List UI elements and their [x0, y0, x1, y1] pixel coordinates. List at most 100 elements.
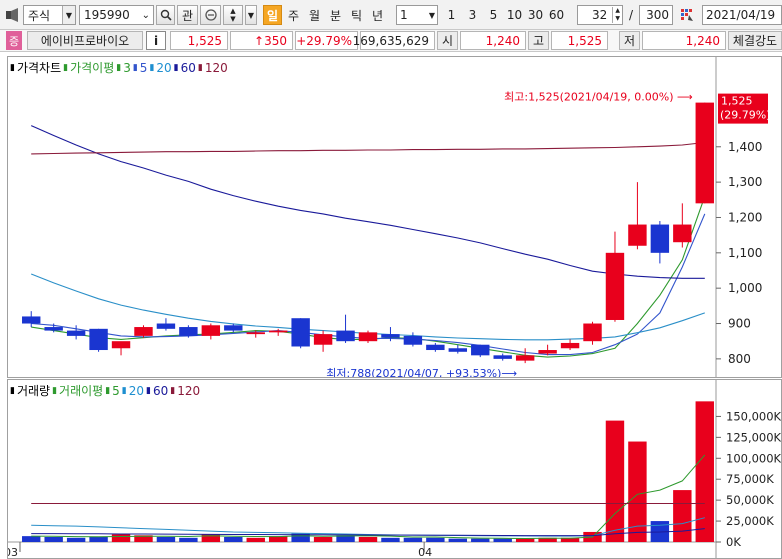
price-axis-label: 1,100 [728, 246, 762, 260]
market-select-label: 주식 [28, 8, 51, 23]
candle [583, 321, 602, 345]
candle-body [493, 355, 512, 359]
candle-body [44, 327, 63, 331]
price-axis-label: 1,300 [728, 175, 762, 189]
period-year-button[interactable]: 년 [368, 5, 387, 25]
price-change-percent: +29.79% [295, 31, 358, 50]
candle [134, 325, 153, 338]
last-price-tag-price: 1,525 [721, 95, 753, 108]
interval-30-button[interactable]: 30 [526, 5, 545, 25]
updown-spinner[interactable]: ▲ ▼ [223, 5, 243, 25]
candle [336, 314, 355, 343]
candle-body [583, 323, 602, 342]
open-label: 시 [437, 31, 458, 50]
candle [403, 332, 423, 347]
volume-chart-panel[interactable]: ▮ 거래량 ▮ 거래이평 ▮ 5 ▮ 20 ▮ 60 ▮ 120 0K 25,000K 50,000K 75… [7, 379, 782, 559]
interval-value: 1 [400, 8, 408, 22]
candle [201, 323, 221, 340]
price-chart-panel[interactable]: ▮ 가격차트 ▮ 가격이평 ▮ 3 ▮ 5 ▮ 20 ▮ 60 ▮ 120 800 900 1,000 1,10… [7, 56, 782, 378]
search-button[interactable] [156, 5, 175, 25]
menu-icon[interactable] [4, 5, 22, 25]
total-count-input[interactable]: 300 [639, 5, 673, 25]
volume-bar [448, 538, 468, 542]
volume-bar [515, 538, 535, 542]
candle [291, 318, 310, 349]
interval-1-button[interactable]: 1 [442, 5, 461, 25]
candle [673, 203, 692, 248]
candle-body [381, 334, 400, 338]
candle-body [291, 318, 310, 347]
period-tick-button[interactable]: 틱 [347, 5, 366, 25]
candle-body [426, 344, 445, 351]
volume-bar [22, 536, 41, 542]
volume-bar [358, 536, 378, 542]
candle-body [403, 335, 423, 345]
display-count-input[interactable]: 32 ▲ ▼ [577, 5, 623, 25]
volume-bar [179, 537, 198, 542]
candle [605, 231, 625, 322]
period-day-button[interactable]: 일 [263, 5, 282, 25]
candle-body [134, 327, 153, 336]
market-select[interactable]: 주식 ▼ [23, 5, 76, 25]
candle [22, 311, 41, 328]
candle-body [201, 325, 221, 336]
candle-body [695, 102, 714, 204]
candle [628, 182, 647, 250]
candle [179, 325, 198, 338]
chevron-down-icon[interactable]: ▼ [62, 6, 75, 24]
candle-body [336, 330, 355, 342]
chart-toolbar: 주식 ▼ 195990 ⌄ 관 ▲ ▼ ▼ 일 주 월 분 틱 년 1 ▼ 1 3… [0, 0, 782, 30]
min-annotation: 최저:788(2021/04/07, +93.53%)⟶ [326, 367, 517, 377]
interval-10-button[interactable]: 10 [505, 5, 524, 25]
volume-bar [111, 534, 131, 542]
volume-axis-label: 0K [726, 535, 741, 549]
volume-bar [493, 538, 512, 542]
info-button[interactable]: i [146, 31, 166, 50]
last-price-tag-pct: (29.79%) [720, 109, 771, 122]
count-spinner[interactable]: ▲ ▼ [612, 7, 622, 23]
volume-ma20-line [31, 517, 705, 537]
candle [560, 339, 580, 351]
interval-5-button[interactable]: 5 [484, 5, 503, 25]
favorite-button[interactable]: 관 [177, 5, 198, 25]
candle-body [448, 348, 468, 352]
date-picker[interactable]: 2021/04/19 [702, 5, 782, 25]
candle-body [650, 224, 670, 253]
dropdown-arrow[interactable]: ▼ [245, 5, 257, 25]
price-chart[interactable]: 800 900 1,000 1,100 1,200 1,300 1,400 최고:1,525(… [8, 57, 781, 377]
candle-body [358, 332, 378, 342]
interval-select[interactable]: 1 ▼ [396, 5, 438, 25]
volume-bar [89, 536, 108, 542]
volume-bar [246, 537, 265, 542]
price-axis-label: 1,000 [728, 281, 762, 295]
candle [156, 318, 176, 331]
candle [650, 221, 670, 264]
period-month-button[interactable]: 월 [305, 5, 324, 25]
period-week-button[interactable]: 주 [284, 5, 303, 25]
ma-line-240 [31, 141, 705, 155]
candle [426, 342, 445, 352]
interval-60-button[interactable]: 60 [547, 5, 566, 25]
candle-body [515, 355, 535, 361]
volume-bar [426, 537, 445, 542]
period-minute-button[interactable]: 분 [326, 5, 345, 25]
volume-chart[interactable]: 0K 25,000K 50,000K 75,000K 100,000K 125,000K 1… [8, 380, 781, 558]
date-value: 2021/04/19 [706, 8, 776, 22]
chevron-down-icon[interactable]: ▼ [429, 11, 437, 20]
trade-volume: 169,635,629 [353, 31, 435, 50]
volume-bar [605, 420, 625, 542]
candle-body [471, 344, 490, 356]
chevron-down-icon[interactable]: ⌄ [142, 10, 153, 21]
stock-code-input[interactable]: 195990 ⌄ [79, 5, 154, 25]
candle-body [111, 341, 131, 349]
interval-3-button[interactable]: 3 [463, 5, 482, 25]
volume-axis-label: 125,000K [726, 430, 781, 444]
candle-body [538, 350, 557, 354]
volume-bar [403, 537, 423, 542]
settings-icon[interactable] [676, 5, 698, 25]
quote-bar: 증 에이비프로바이오 i 1,525 ↑350 +29.79% 169,635,… [0, 30, 782, 52]
volume-axis-label: 50,000K [726, 493, 774, 507]
candle-body [179, 327, 198, 336]
max-annotation: 최고:1,525(2021/04/19, 0.00%) ⟶ [504, 91, 693, 104]
link-button[interactable] [200, 5, 221, 25]
